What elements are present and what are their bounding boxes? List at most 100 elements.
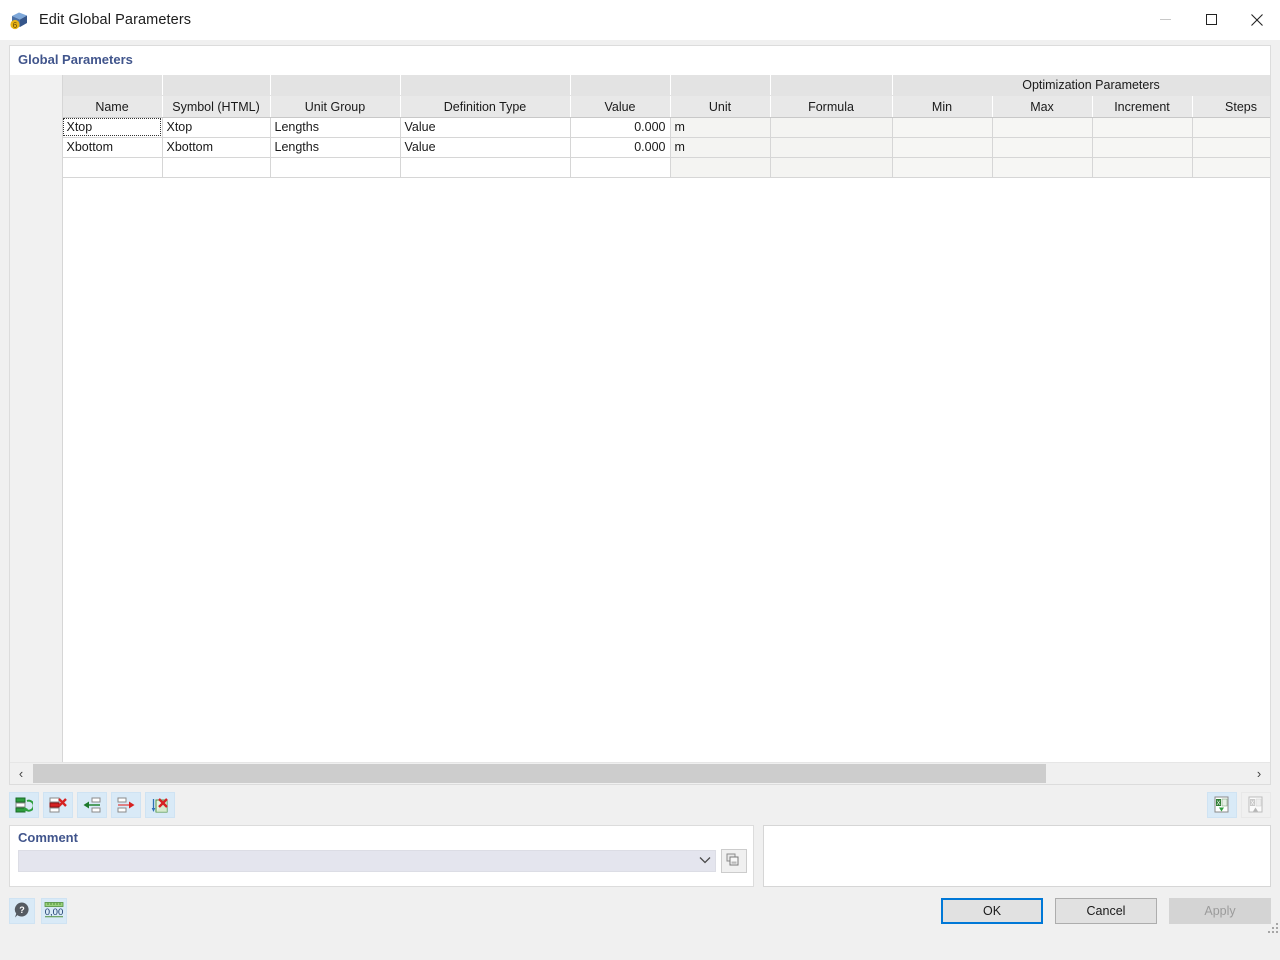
maximize-button[interactable] — [1188, 1, 1234, 39]
ok-button[interactable]: OK — [941, 898, 1043, 924]
title-bar: 6 Edit Global Parameters — [0, 0, 1280, 40]
scrollbar-track[interactable] — [32, 763, 1248, 784]
cell-min[interactable] — [892, 137, 992, 157]
delete-row-icon — [49, 796, 67, 814]
resize-grip[interactable] — [1266, 921, 1278, 933]
cell-symbol[interactable]: Xtop — [162, 117, 270, 137]
cell-symbol[interactable]: Xbottom — [162, 137, 270, 157]
cell-min[interactable] — [892, 117, 992, 137]
column-header-value[interactable]: Value — [570, 95, 670, 117]
column-header-symbol[interactable]: Symbol (HTML) — [162, 95, 270, 117]
column-header-definition-type[interactable]: Definition Type — [400, 95, 570, 117]
import-button[interactable] — [77, 792, 107, 818]
table-row[interactable]: 2 Xbottom Xbottom Lengths Value 0.000 m — [10, 137, 1270, 157]
chevron-down-icon[interactable] — [699, 855, 711, 867]
cell-increment[interactable] — [1092, 117, 1192, 137]
column-header-increment[interactable]: Increment — [1092, 95, 1192, 117]
svg-text:X: X — [1216, 801, 1220, 807]
comment-area: Comment — [0, 825, 1280, 887]
column-header-name[interactable]: Name — [62, 95, 162, 117]
global-parameters-panel: Global Parameters — [9, 45, 1271, 785]
svg-text:?: ? — [19, 905, 25, 915]
delete-row-button[interactable] — [43, 792, 73, 818]
scroll-left-arrow-icon[interactable]: ‹ — [10, 763, 32, 784]
cell-formula[interactable] — [770, 117, 892, 137]
cell-steps[interactable] — [1192, 137, 1270, 157]
group-header-spacer-unit — [670, 75, 770, 95]
minimize-button[interactable] — [1142, 1, 1188, 39]
cell-symbol[interactable] — [162, 157, 270, 177]
detail-panel — [763, 825, 1271, 887]
cell-max[interactable] — [992, 137, 1092, 157]
cell-steps[interactable] — [1192, 157, 1270, 177]
comment-caption: Comment — [10, 826, 753, 845]
parameters-table[interactable]: Optimization Parameters No. Name Symbol … — [10, 75, 1270, 178]
column-header-steps[interactable]: Steps — [1192, 95, 1270, 117]
cell-max[interactable] — [992, 157, 1092, 177]
comment-combobox[interactable] — [18, 850, 716, 872]
cell-name[interactable]: Xbottom — [62, 137, 162, 157]
cell-unit: m — [670, 137, 770, 157]
comment-input-row — [10, 845, 753, 873]
cell-name[interactable]: Xtop — [62, 117, 162, 137]
excel-import-icon: X — [1213, 796, 1231, 814]
column-header-max[interactable]: Max — [992, 95, 1092, 117]
cell-unit-group[interactable] — [270, 157, 400, 177]
cell-unit-group[interactable]: Lengths — [270, 117, 400, 137]
close-button[interactable] — [1234, 1, 1280, 39]
horizontal-scrollbar[interactable]: ‹ › — [10, 762, 1270, 784]
cell-min[interactable] — [892, 157, 992, 177]
column-header-unit-group[interactable]: Unit Group — [270, 95, 400, 117]
cell-name[interactable] — [62, 157, 162, 177]
footer-left-group: ? 0,00 — [9, 898, 67, 924]
table-group-header-row: Optimization Parameters — [10, 75, 1270, 95]
units-settings-button[interactable]: 0,00 — [41, 898, 67, 924]
cell-unit — [670, 157, 770, 177]
svg-text:6: 6 — [13, 21, 18, 30]
column-header-min[interactable]: Min — [892, 95, 992, 117]
cell-value[interactable]: 0.000 — [570, 117, 670, 137]
cell-max[interactable] — [992, 117, 1092, 137]
group-header-spacer-deftype — [400, 75, 570, 95]
cell-value[interactable]: 0.000 — [570, 137, 670, 157]
cell-value[interactable] — [570, 157, 670, 177]
scroll-right-arrow-icon[interactable]: › — [1248, 763, 1270, 784]
cell-increment[interactable] — [1092, 157, 1192, 177]
export-button[interactable] — [111, 792, 141, 818]
cell-formula[interactable] — [770, 137, 892, 157]
panel-caption: Global Parameters — [10, 46, 1270, 74]
cancel-button[interactable]: Cancel — [1055, 898, 1157, 924]
comment-window-copy-button[interactable] — [721, 849, 747, 873]
excel-export-icon: X — [1247, 796, 1265, 814]
help-button[interactable]: ? — [9, 898, 35, 924]
cell-increment[interactable] — [1092, 137, 1192, 157]
group-header-spacer-formula — [770, 75, 892, 95]
column-header-formula[interactable]: Formula — [770, 95, 892, 117]
cube-parameters-icon: 6 — [8, 9, 30, 31]
insert-row-button[interactable] — [9, 792, 39, 818]
cell-formula[interactable] — [770, 157, 892, 177]
delete-all-button[interactable] — [145, 792, 175, 818]
table-header-row: No. Name Symbol (HTML) Unit Group Defini… — [10, 95, 1270, 117]
table-row[interactable]: 1 Xtop Xtop Lengths Value 0.000 m — [10, 117, 1270, 137]
scrollbar-thumb[interactable] — [33, 764, 1046, 783]
footer-button-group: OK Cancel Apply — [941, 898, 1271, 924]
svg-text:X: X — [1250, 801, 1254, 807]
toolbar-left-group — [9, 792, 175, 818]
table-row[interactable]: 3 — [10, 157, 1270, 177]
column-header-unit[interactable]: Unit — [670, 95, 770, 117]
window-title: Edit Global Parameters — [39, 12, 191, 28]
excel-import-button[interactable]: X — [1207, 792, 1237, 818]
cell-definition-type[interactable]: Value — [400, 137, 570, 157]
cell-definition-type[interactable] — [400, 157, 570, 177]
group-header-spacer-name — [62, 75, 162, 95]
cell-definition-type[interactable]: Value — [400, 117, 570, 137]
group-header-spacer-symbol — [162, 75, 270, 95]
cell-steps[interactable] — [1192, 117, 1270, 137]
windows-copy-icon — [726, 852, 742, 871]
parameters-grid[interactable]: Optimization Parameters No. Name Symbol … — [10, 74, 1270, 762]
comment-panel: Comment — [9, 825, 754, 887]
cell-unit-group[interactable]: Lengths — [270, 137, 400, 157]
dialog-footer: ? 0,00 — [0, 887, 1280, 935]
insert-row-icon — [15, 796, 33, 814]
